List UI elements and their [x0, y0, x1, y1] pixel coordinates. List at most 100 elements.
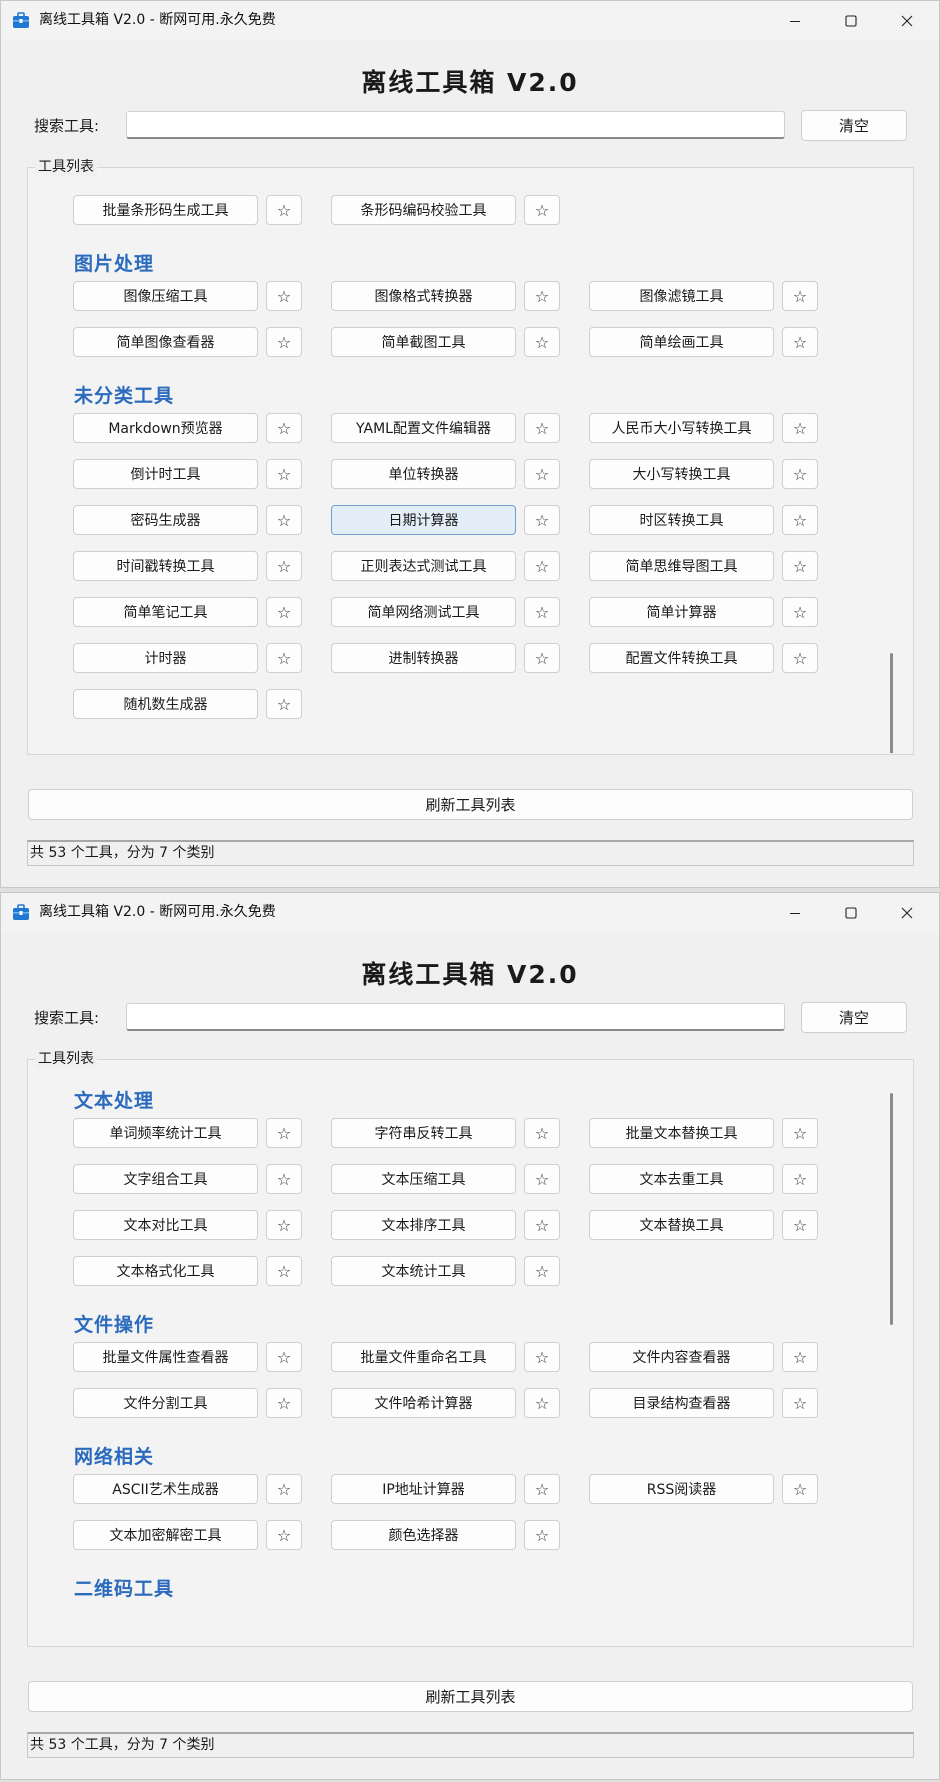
tool-button[interactable]: 大小写转换工具 — [589, 459, 774, 489]
vertical-scrollbar[interactable] — [890, 1093, 893, 1325]
favorite-star-button[interactable]: ☆ — [782, 327, 818, 357]
favorite-star-button[interactable]: ☆ — [524, 413, 560, 443]
favorite-star-button[interactable]: ☆ — [266, 597, 302, 627]
tool-button[interactable]: 文本加密解密工具 — [73, 1520, 258, 1550]
favorite-star-button[interactable]: ☆ — [266, 1474, 302, 1504]
refresh-button[interactable]: 刷新工具列表 — [28, 1681, 913, 1712]
favorite-star-button[interactable]: ☆ — [266, 1118, 302, 1148]
tool-button[interactable]: 简单计算器 — [589, 597, 774, 627]
favorite-star-button[interactable]: ☆ — [524, 643, 560, 673]
favorite-star-button[interactable]: ☆ — [524, 195, 560, 225]
favorite-star-button[interactable]: ☆ — [266, 1164, 302, 1194]
favorite-star-button[interactable]: ☆ — [266, 1388, 302, 1418]
tool-button[interactable]: RSS阅读器 — [589, 1474, 774, 1504]
favorite-star-button[interactable]: ☆ — [266, 281, 302, 311]
title-bar[interactable]: 离线工具箱 V2.0 - 断网可用.永久免费 — [1, 1, 939, 41]
tool-button[interactable]: 简单笔记工具 — [73, 597, 258, 627]
tool-list-viewport[interactable]: 文本处理 单词频率统计工具 ☆ 字符串反转工具 ☆ 批量文本替换工具 ☆ 文字组合工具 ☆ 文本压… — [29, 1061, 909, 1645]
tool-button[interactable]: 批量文本替换工具 — [589, 1118, 774, 1148]
favorite-star-button[interactable]: ☆ — [524, 1474, 560, 1504]
tool-button[interactable]: 简单网络测试工具 — [331, 597, 516, 627]
tool-button[interactable]: 单词频率统计工具 — [73, 1118, 258, 1148]
refresh-button[interactable]: 刷新工具列表 — [28, 789, 913, 820]
favorite-star-button[interactable]: ☆ — [266, 1520, 302, 1550]
tool-button[interactable]: 文件内容查看器 — [589, 1342, 774, 1372]
tool-button[interactable]: 文本替换工具 — [589, 1210, 774, 1240]
clear-button[interactable]: 清空 — [801, 110, 907, 141]
favorite-star-button[interactable]: ☆ — [524, 1118, 560, 1148]
tool-button[interactable]: IP地址计算器 — [331, 1474, 516, 1504]
vertical-scrollbar[interactable] — [890, 653, 893, 753]
search-input[interactable] — [126, 111, 785, 139]
favorite-star-button[interactable]: ☆ — [266, 459, 302, 489]
favorite-star-button[interactable]: ☆ — [782, 413, 818, 443]
close-button[interactable] — [879, 893, 935, 933]
favorite-star-button[interactable]: ☆ — [266, 195, 302, 225]
tool-button[interactable]: 简单截图工具 — [331, 327, 516, 357]
tool-button[interactable]: 文本格式化工具 — [73, 1256, 258, 1286]
tool-button[interactable]: 图像压缩工具 — [73, 281, 258, 311]
tool-button[interactable]: 时间戳转换工具 — [73, 551, 258, 581]
tool-button[interactable]: YAML配置文件编辑器 — [331, 413, 516, 443]
tool-button[interactable]: 文件分割工具 — [73, 1388, 258, 1418]
tool-button[interactable]: 文本排序工具 — [331, 1210, 516, 1240]
favorite-star-button[interactable]: ☆ — [266, 643, 302, 673]
tool-button[interactable]: 图像格式转换器 — [331, 281, 516, 311]
favorite-star-button[interactable]: ☆ — [524, 281, 560, 311]
tool-button[interactable]: 简单思维导图工具 — [589, 551, 774, 581]
favorite-star-button[interactable]: ☆ — [524, 505, 560, 535]
tool-button[interactable]: 字符串反转工具 — [331, 1118, 516, 1148]
tool-button[interactable]: 单位转换器 — [331, 459, 516, 489]
favorite-star-button[interactable]: ☆ — [524, 1520, 560, 1550]
favorite-star-button[interactable]: ☆ — [782, 1164, 818, 1194]
tool-button[interactable]: 简单绘画工具 — [589, 327, 774, 357]
favorite-star-button[interactable]: ☆ — [266, 505, 302, 535]
favorite-star-button[interactable]: ☆ — [524, 1342, 560, 1372]
tool-button[interactable]: 文本去重工具 — [589, 1164, 774, 1194]
tool-button[interactable]: Markdown预览器 — [73, 413, 258, 443]
favorite-star-button[interactable]: ☆ — [782, 1342, 818, 1372]
tool-button[interactable]: 正则表达式测试工具 — [331, 551, 516, 581]
tool-button[interactable]: 图像滤镜工具 — [589, 281, 774, 311]
favorite-star-button[interactable]: ☆ — [266, 1342, 302, 1372]
tool-button[interactable]: 目录结构查看器 — [589, 1388, 774, 1418]
tool-list-viewport[interactable]: 批量条形码生成工具 ☆ 条形码编码校验工具 ☆ 图片处理 图像压缩工具 ☆ 图像格式转换器 ☆ 图… — [29, 169, 909, 753]
tool-button[interactable]: 时区转换工具 — [589, 505, 774, 535]
favorite-star-button[interactable]: ☆ — [524, 327, 560, 357]
tool-button[interactable]: 条形码编码校验工具 — [331, 195, 516, 225]
tool-button[interactable]: 进制转换器 — [331, 643, 516, 673]
close-button[interactable] — [879, 1, 935, 41]
favorite-star-button[interactable]: ☆ — [524, 1210, 560, 1240]
favorite-star-button[interactable]: ☆ — [782, 505, 818, 535]
favorite-star-button[interactable]: ☆ — [266, 327, 302, 357]
favorite-star-button[interactable]: ☆ — [524, 1256, 560, 1286]
tool-button[interactable]: 计时器 — [73, 643, 258, 673]
maximize-button[interactable] — [823, 893, 879, 933]
maximize-button[interactable] — [823, 1, 879, 41]
tool-button[interactable]: 简单图像查看器 — [73, 327, 258, 357]
favorite-star-button[interactable]: ☆ — [782, 1210, 818, 1240]
tool-button[interactable]: 密码生成器 — [73, 505, 258, 535]
favorite-star-button[interactable]: ☆ — [782, 597, 818, 627]
tool-button[interactable]: 倒计时工具 — [73, 459, 258, 489]
tool-button[interactable]: 人民币大小写转换工具 — [589, 413, 774, 443]
favorite-star-button[interactable]: ☆ — [782, 1388, 818, 1418]
tool-button[interactable]: 文本统计工具 — [331, 1256, 516, 1286]
tool-button[interactable]: 日期计算器 — [331, 505, 516, 535]
favorite-star-button[interactable]: ☆ — [782, 1118, 818, 1148]
tool-button[interactable]: ASCII艺术生成器 — [73, 1474, 258, 1504]
favorite-star-button[interactable]: ☆ — [782, 281, 818, 311]
tool-button[interactable]: 批量文件属性查看器 — [73, 1342, 258, 1372]
favorite-star-button[interactable]: ☆ — [782, 551, 818, 581]
clear-button[interactable]: 清空 — [801, 1002, 907, 1033]
tool-button[interactable]: 文本对比工具 — [73, 1210, 258, 1240]
favorite-star-button[interactable]: ☆ — [782, 1474, 818, 1504]
favorite-star-button[interactable]: ☆ — [266, 551, 302, 581]
favorite-star-button[interactable]: ☆ — [266, 413, 302, 443]
tool-button[interactable]: 颜色选择器 — [331, 1520, 516, 1550]
tool-button[interactable]: 文件哈希计算器 — [331, 1388, 516, 1418]
favorite-star-button[interactable]: ☆ — [782, 459, 818, 489]
tool-button[interactable]: 配置文件转换工具 — [589, 643, 774, 673]
favorite-star-button[interactable]: ☆ — [524, 459, 560, 489]
favorite-star-button[interactable]: ☆ — [782, 643, 818, 673]
